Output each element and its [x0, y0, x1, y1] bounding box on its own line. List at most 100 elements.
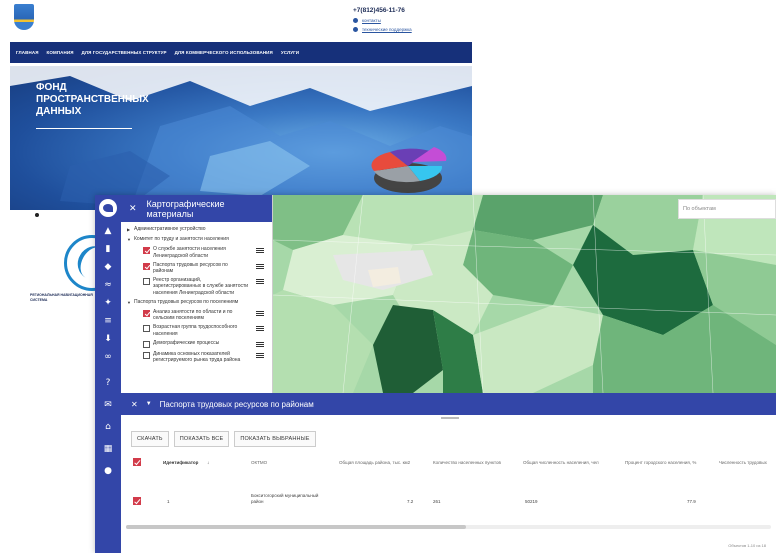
menu-icon[interactable]: [256, 263, 264, 269]
menu-icon[interactable]: [256, 326, 264, 332]
table-toolbar: СКАЧАТЬ ПОКАЗАТЬ ВСЕ ПОКАЗАТЬ ВЫБРАННЫЕ: [131, 431, 316, 447]
row-population: 50219: [525, 499, 538, 504]
layer-group[interactable]: ▼ Паспорта трудовых ресурсов по поселения…: [127, 299, 268, 306]
home-icon[interactable]: ⌂: [102, 421, 114, 433]
link-icon[interactable]: ∞: [102, 351, 114, 363]
layer-checkbox[interactable]: [143, 310, 150, 318]
attribute-table: СКАЧАТЬ ПОКАЗАТЬ ВСЕ ПОКАЗАТЬ ВЫБРАННЫЕ …: [121, 415, 776, 553]
column-header[interactable]: Количество населенных пунктов: [433, 460, 501, 465]
support-link[interactable]: технические поддержка: [353, 27, 412, 32]
layers-panel-title: Картографические материалы: [146, 198, 225, 219]
grid-icon[interactable]: ▦: [102, 443, 114, 455]
menu-icon[interactable]: [256, 279, 264, 285]
menu-icon[interactable]: [256, 352, 264, 358]
app-logo-icon[interactable]: [99, 199, 117, 217]
table-row[interactable]: 1 Бокситогорский муниципальный район 7.2…: [121, 489, 776, 511]
download-button[interactable]: СКАЧАТЬ: [131, 431, 169, 447]
satellite-icon[interactable]: ✦: [102, 297, 114, 309]
row-settlements: 261: [433, 499, 441, 504]
caret-right-icon: ▶: [127, 227, 131, 232]
column-header[interactable]: Идентификатор: [163, 460, 198, 465]
layer-item: Возрастная группа трудоспособного населе…: [143, 324, 268, 337]
layer-checkbox[interactable]: [143, 278, 150, 286]
column-header[interactable]: Общая численность населения, чел: [523, 460, 599, 465]
website-card: +7(812)456-11-76 контакты технические по…: [10, 0, 472, 215]
attribute-table-header: ✕ ▼ Паспорта трудовых ресурсов по района…: [121, 393, 776, 415]
mail-icon[interactable]: ✉: [102, 399, 114, 411]
row-checkbox[interactable]: [133, 497, 141, 505]
layer-checkbox[interactable]: [143, 351, 150, 359]
close-icon[interactable]: ✕: [129, 203, 137, 214]
choropleth-map[interactable]: [273, 195, 776, 393]
phone-number[interactable]: +7(812)456-11-76: [353, 7, 412, 14]
layer-label: Демографические процессы: [153, 339, 220, 346]
row-id: 1: [167, 499, 170, 504]
contacts-link[interactable]: контакты: [353, 18, 412, 23]
layer-label: Анализ занятости по области и по сельски…: [153, 309, 233, 322]
nav-item-home[interactable]: ГЛАВНАЯ: [16, 50, 39, 55]
select-all-checkbox[interactable]: [133, 458, 141, 466]
nav-item-services[interactable]: УСЛУГИ: [281, 50, 299, 55]
close-icon[interactable]: ✕: [131, 400, 138, 409]
row-urban-percent: 77.9: [687, 499, 696, 504]
layer-checkbox[interactable]: [143, 340, 150, 348]
menu-icon[interactable]: [256, 311, 264, 317]
nav-item-commercial[interactable]: ДЛЯ КОММЕРЧЕСКОГО ИСПОЛЬЗОВАНИЯ: [175, 50, 273, 55]
location-pin-icon: [353, 18, 358, 23]
column-header[interactable]: Общая площадь района, тыс. км2: [339, 460, 410, 465]
chevron-down-icon[interactable]: ▼: [146, 401, 152, 407]
map-icon[interactable]: ▮: [102, 243, 114, 255]
caret-down-icon: ▼: [127, 237, 131, 243]
menu-icon[interactable]: [256, 341, 264, 347]
nav-item-company[interactable]: КОМПАНИЯ: [47, 50, 74, 55]
map-canvas[interactable]: [273, 195, 776, 393]
show-selected-button[interactable]: ПОКАЗАТЬ ВЫБРАННЫЕ: [234, 431, 316, 447]
row-name: Бокситогорский муниципальный район: [251, 493, 319, 504]
layer-label: О службе занятости населения Ленинградск…: [153, 246, 226, 259]
layer-group[interactable]: ▶ Административное устройство: [127, 226, 268, 233]
layers-panel-header: ✕ Картографические материалы: [121, 195, 272, 222]
user-icon[interactable]: ●: [102, 465, 114, 477]
column-header[interactable]: ОКТМО: [251, 460, 267, 465]
download-icon[interactable]: ⬇: [102, 333, 114, 345]
layer-item: Паспорта трудовых ресурсов по районам: [143, 262, 268, 274]
contacts-link-label: контакты: [362, 18, 381, 23]
map-search-input[interactable]: По объектам: [678, 199, 776, 219]
layer-checkbox[interactable]: [143, 247, 150, 255]
gis-app-window: ▲ ▮ ◆ ≈ ✦ ≡ ⬇ ∞ ? ✉ ⌂ ▦ ● По объектам ✕ …: [95, 195, 776, 553]
nav-item-government[interactable]: ДЛЯ ГОСУДАРСТВЕННЫХ СТРУКТУР: [82, 50, 167, 55]
carousel-dot[interactable]: [35, 213, 39, 217]
attribute-table-title: Паспорта трудовых ресурсов по районам: [159, 399, 314, 409]
column-header[interactable]: Численность трудовых: [719, 460, 767, 465]
menu-icon[interactable]: [256, 248, 264, 254]
layer-item: О службе занятости населения Ленинградск…: [143, 246, 268, 259]
row-area: 7.2: [407, 499, 414, 504]
help-icon[interactable]: ?: [102, 377, 114, 389]
layer-item: Демографические процессы: [143, 340, 268, 348]
region-coat-of-arms-logo[interactable]: [14, 4, 34, 30]
resize-handle[interactable]: [441, 417, 459, 419]
table-header-row: Идентификатор ↓ ОКТМО Общая площадь райо…: [121, 451, 776, 473]
layer-tree: ▶ Административное устройство ▼ Комитет по…: [121, 222, 272, 363]
show-all-button[interactable]: ПОКАЗАТЬ ВСЕ: [173, 431, 230, 447]
layers-icon[interactable]: ◆: [102, 261, 114, 273]
list-icon[interactable]: ≡: [102, 315, 114, 327]
hero-title: ФОНД ПРОСТРАНСТВЕННЫХ ДАННЫХ: [36, 82, 149, 117]
layer-group-label: Комитет по труду и занятости населения: [134, 236, 229, 243]
layer-item: Динамика основных показателей регистриру…: [143, 351, 268, 363]
hero-divider: [36, 128, 132, 129]
sort-arrow-icon[interactable]: ↓: [207, 460, 209, 465]
layer-checkbox[interactable]: [143, 325, 150, 333]
column-header[interactable]: Процент городского населения, %: [625, 460, 696, 465]
layer-group-label: Паспорта трудовых ресурсов по поселениям: [134, 298, 239, 305]
terrain-icon[interactable]: ▲: [102, 225, 114, 237]
layer-item: Анализ занятости по области и по сельски…: [143, 309, 268, 321]
layer-group[interactable]: ▼ Комитет по труду и занятости населения: [127, 236, 268, 243]
layer-label: Паспорта трудовых ресурсов по районам: [153, 261, 228, 275]
horizontal-scrollbar[interactable]: [126, 525, 466, 529]
route-icon[interactable]: ≈: [102, 279, 114, 291]
layer-label: Динамика основных показателей регистриру…: [153, 350, 241, 364]
layer-label: Возрастная группа трудоспособного населе…: [153, 324, 238, 337]
left-toolbar: ▲ ▮ ◆ ≈ ✦ ≡ ⬇ ∞ ? ✉ ⌂ ▦ ●: [95, 195, 121, 553]
layer-checkbox[interactable]: [143, 262, 150, 270]
